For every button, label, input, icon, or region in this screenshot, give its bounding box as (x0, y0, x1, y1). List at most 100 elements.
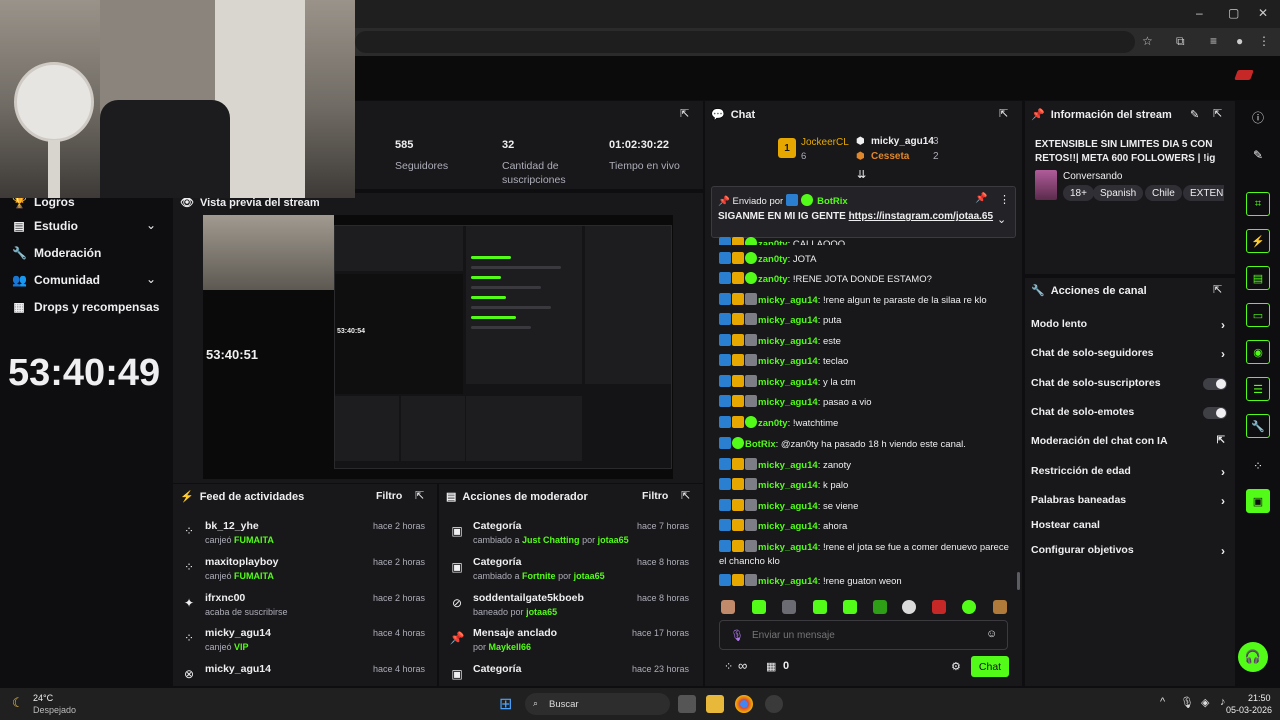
emoji-icon[interactable]: ☺ (986, 628, 997, 640)
bookmark-star-icon[interactable]: ☆ (1142, 34, 1153, 48)
chat-username[interactable]: micky_agu14 (758, 521, 818, 532)
banned-words-item[interactable]: Palabras baneadas › (1031, 494, 1227, 510)
info-icon[interactable]: ⓘ (1246, 105, 1270, 129)
weather-icon[interactable]: ☾ (12, 695, 24, 711)
sidebar-item-drops[interactable]: ▦ Drops y recompensas (12, 297, 159, 317)
emote-icon[interactable] (902, 600, 916, 614)
sidebar-item-estudio[interactable]: ▤ Estudio (12, 216, 78, 236)
chat-username[interactable]: micky_agu14 (758, 377, 818, 388)
slow-mode-item[interactable]: Modo lento › (1031, 318, 1227, 334)
weather-temp[interactable]: 24°C (33, 693, 53, 703)
chat-username[interactable]: micky_agu14 (758, 295, 818, 306)
emote-icon[interactable] (873, 600, 887, 614)
lightning-icon[interactable]: ⚡ (1246, 229, 1270, 253)
chat-scrollbar[interactable] (1017, 572, 1020, 590)
wrench-icon[interactable]: 🔧 (1246, 414, 1270, 438)
emote-icon[interactable] (993, 600, 1007, 614)
emote-icon[interactable] (843, 600, 857, 614)
chat-username[interactable]: micky_agu14 (758, 397, 818, 408)
host-channel-item[interactable]: Hostear canal (1031, 519, 1227, 535)
file-explorer-icon[interactable] (706, 695, 724, 713)
points-icon[interactable]: ⁘ (1246, 454, 1270, 478)
emote-icon[interactable] (932, 600, 946, 614)
collapse-icon[interactable]: ⇊ (857, 168, 866, 181)
feed-filter-button[interactable]: Filtro (376, 490, 402, 502)
media-icon[interactable]: ≡ (1210, 34, 1217, 48)
gift-icon[interactable]: ▦ (766, 660, 776, 673)
chat-bubble-icon[interactable]: ▭ (1246, 303, 1270, 327)
sidebar-item-moderacion[interactable]: 🔧 Moderación (12, 243, 101, 263)
emote-icon[interactable] (782, 600, 796, 614)
clock-time[interactable]: 21:50 (1248, 693, 1271, 703)
list-icon[interactable]: ▤ (1246, 266, 1270, 290)
chevron-down-icon[interactable]: ⌄ (997, 213, 1006, 226)
chat-username[interactable]: zan0ty (758, 239, 788, 245)
emote-icon[interactable] (752, 600, 766, 614)
goals-item[interactable]: Configurar objetivos › (1031, 544, 1227, 560)
popout-icon[interactable]: ⇱ (999, 107, 1008, 120)
leader-first[interactable]: JockeerCL (801, 137, 849, 148)
tag[interactable]: EXTENS (1183, 185, 1224, 201)
subs-only-toggle[interactable] (1203, 378, 1227, 390)
points-icon[interactable]: ⁘ (724, 660, 733, 673)
chat-username[interactable]: zan0ty (758, 418, 788, 429)
stream-preview[interactable]: 53:40:51 53:40:54 (203, 215, 673, 479)
maximize-button[interactable]: ▢ (1228, 6, 1239, 20)
more-icon[interactable]: ⋮ (999, 193, 1010, 206)
address-bar[interactable] (355, 31, 1135, 53)
leader-second[interactable]: micky_agu14 (871, 136, 934, 147)
edit-pencil-icon[interactable]: ✎ (1246, 143, 1270, 167)
clock-date[interactable]: 05-03-2026 (1226, 705, 1272, 715)
volume-icon[interactable]: ♪ (1220, 696, 1226, 708)
settings-gear-icon[interactable]: ⚙ (951, 660, 961, 673)
chat-username[interactable]: micky_agu14 (758, 356, 818, 367)
taskbar-search[interactable]: ⌕ Buscar (525, 693, 670, 715)
chat-username[interactable]: micky_agu14 (758, 336, 818, 347)
chat-username[interactable]: micky_agu14 (758, 501, 818, 512)
sidebar-item-comunidad[interactable]: 👥 Comunidad (12, 270, 100, 290)
popout-icon[interactable]: ⇱ (680, 107, 689, 120)
minimize-button[interactable]: – (1196, 6, 1203, 20)
popout-icon[interactable]: ⇱ (1213, 107, 1222, 120)
popout-icon[interactable]: ⇱ (681, 489, 690, 502)
followers-only-item[interactable]: Chat de solo-seguidores › (1031, 347, 1227, 363)
task-view-icon[interactable] (678, 695, 696, 713)
leader-third[interactable]: Cesseta (871, 151, 909, 162)
edit-pencil-icon[interactable]: ✎ (1190, 108, 1199, 121)
mod-filter-button[interactable]: Filtro (642, 490, 668, 502)
app-icon[interactable] (765, 695, 783, 713)
chat-username[interactable]: zan0ty (758, 254, 788, 265)
emotes-only-toggle[interactable] (1203, 407, 1227, 419)
chat-input[interactable] (752, 626, 972, 644)
chrome-icon[interactable] (735, 695, 753, 713)
category-name[interactable]: Conversando (1063, 171, 1122, 182)
tag[interactable]: Spanish (1093, 185, 1144, 201)
tag[interactable]: 18+ (1063, 185, 1094, 201)
emote-icon[interactable] (721, 600, 735, 614)
microphone-icon[interactable]: 🎙 (1180, 696, 1194, 709)
chat-username[interactable]: BotRix (745, 439, 776, 450)
microphone-icon[interactable]: 🎙 (730, 629, 744, 642)
chat-username[interactable]: micky_agu14 (758, 542, 818, 553)
close-button[interactable]: ✕ (1258, 6, 1268, 20)
weather-desc[interactable]: Despejado (33, 705, 76, 715)
network-icon[interactable]: ◈ (1201, 696, 1209, 709)
menu-icon[interactable]: ⋮ (1258, 34, 1270, 48)
clip-icon[interactable]: ⌗ (1246, 192, 1270, 216)
chevron-down-icon[interactable]: ⌄ (146, 218, 156, 232)
chat-username[interactable]: micky_agu14 (758, 576, 818, 587)
pinned-link[interactable]: https://instagram.com/jotaa.65 (849, 211, 993, 222)
tray-chevron-icon[interactable]: ^ (1160, 696, 1165, 708)
mod-list-icon[interactable]: ☰ (1246, 377, 1270, 401)
emote-icon[interactable] (813, 600, 827, 614)
unpin-icon[interactable]: 📌 (975, 193, 987, 204)
chat-username[interactable]: micky_agu14 (758, 315, 818, 326)
send-chat-button[interactable]: Chat (971, 656, 1009, 677)
popout-icon[interactable]: ⇱ (415, 489, 424, 502)
category-thumbnail[interactable] (1035, 170, 1057, 200)
popout-icon[interactable]: ⇱ (1213, 283, 1222, 296)
chat-username[interactable]: micky_agu14 (758, 460, 818, 471)
chevron-down-icon[interactable]: ⌄ (146, 272, 156, 286)
ai-moderation-item[interactable]: Moderación del chat con IA ⇱ (1031, 435, 1227, 451)
windows-start-icon[interactable]: ⊞ (499, 694, 512, 714)
